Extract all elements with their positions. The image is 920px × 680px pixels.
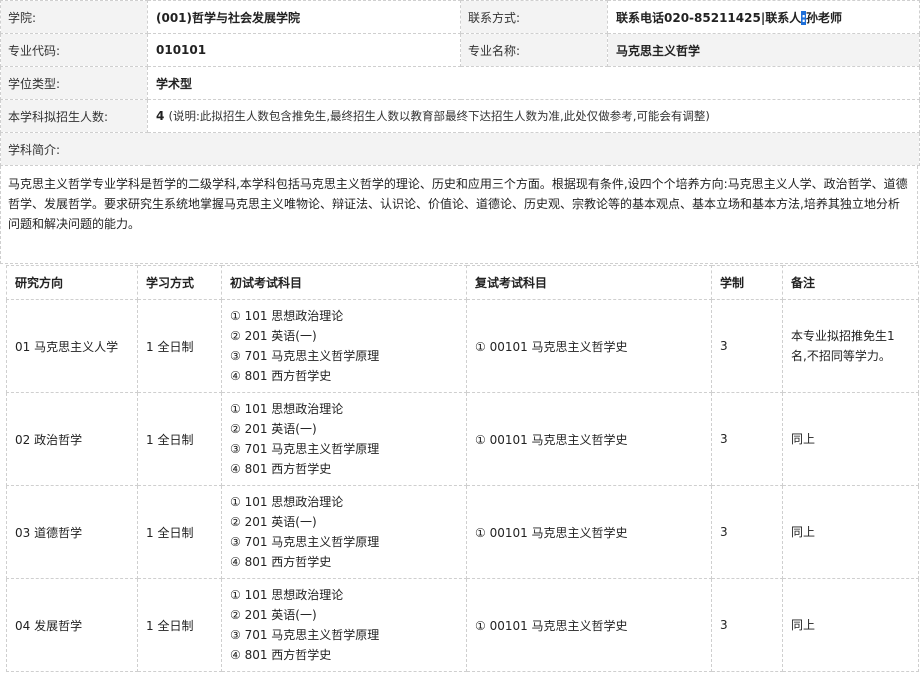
retest-cell: ① 00101 马克思主义哲学史 [466,392,712,486]
info-row-major: 专业代码: 010101 专业名称: 马克思主义哲学 [0,33,920,67]
info-row-quota: 本学科拟招生人数: 4 (说明:此拟招生人数包含推免生,最终招生人数以教育部最终… [0,99,920,133]
intro-label: 学科简介: [0,132,920,166]
mode-cell: 1 全日制 [137,392,222,486]
retest-cell: ① 00101 马克思主义哲学史 [466,299,712,393]
contact-label: 联系方式: [460,0,608,34]
table-row: 01 马克思主义人学 1 全日制 ① 101 思想政治理论 ② 201 英语(一… [6,299,919,393]
retest-cell: ① 00101 马克思主义哲学史 [466,485,712,579]
subject-item: ③ 701 马克思主义哲学原理 [230,349,380,363]
subject-item: ② 201 英语(一) [230,515,317,529]
college-label: 学院: [0,0,148,34]
subject-item: ① 101 思想政治理论 [230,588,344,602]
direction-cell: 02 政治哲学 [6,392,138,486]
subject-item: ④ 801 西方哲学史 [230,462,332,476]
quota-cell: 4 (说明:此拟招生人数包含推免生,最终招生人数以教育部最终下达招生人数为准,此… [147,99,920,133]
header-direction: 研究方向 [6,265,138,300]
table-header-row: 研究方向 学习方式 初试考试科目 复试考试科目 学制 备注 [6,265,919,300]
contact-person: 孙老师 [806,10,843,25]
note-cell: 同上 [782,578,919,672]
contact-value: 联系电话020-85211425|联系人:孙老师 [607,0,920,34]
direction-cell: 01 马克思主义人学 [6,299,138,393]
subjects-cell: ① 101 思想政治理论 ② 201 英语(一) ③ 701 马克思主义哲学原理… [221,578,467,672]
quota-note: (说明:此拟招生人数包含推免生,最终招生人数以教育部最终下达招生人数为准,此处仅… [168,109,710,123]
subject-item: ③ 701 马克思主义哲学原理 [230,628,380,642]
contact-phone: 联系电话020-85211425|联系人 [616,10,802,25]
years-cell: 3 [711,392,783,486]
years-cell: 3 [711,485,783,579]
degree-label: 学位类型: [0,66,148,100]
subjects-cell: ① 101 思想政治理论 ② 201 英语(一) ③ 701 马克思主义哲学原理… [221,392,467,486]
direction-cell: 03 道德哲学 [6,485,138,579]
subjects-cell: ① 101 思想政治理论 ② 201 英语(一) ③ 701 马克思主义哲学原理… [221,299,467,393]
page: 学院: (001)哲学与社会发展学院 联系方式: 联系电话020-8521142… [0,0,920,680]
header-years: 学制 [711,265,783,300]
table-row: 03 道德哲学 1 全日制 ① 101 思想政治理论 ② 201 英语(一) ③… [6,485,919,579]
retest-cell: ① 00101 马克思主义哲学史 [466,578,712,672]
major-code-label: 专业代码: [0,33,148,67]
info-row-college: 学院: (001)哲学与社会发展学院 联系方式: 联系电话020-8521142… [0,0,920,34]
subject-item: ② 201 英语(一) [230,329,317,343]
quota-label: 本学科拟招生人数: [0,99,148,133]
subject-item: ② 201 英语(一) [230,608,317,622]
subject-item: ④ 801 西方哲学史 [230,648,332,662]
info-row-degree: 学位类型: 学术型 [0,66,920,100]
table-row: 04 发展哲学 1 全日制 ① 101 思想政治理论 ② 201 英语(一) ③… [6,578,919,672]
major-name-value: 马克思主义哲学 [607,33,920,67]
subject-item: ① 101 思想政治理论 [230,495,344,509]
table-row: 02 政治哲学 1 全日制 ① 101 思想政治理论 ② 201 英语(一) ③… [6,392,919,486]
mode-cell: 1 全日制 [137,485,222,579]
subject-item: ④ 801 西方哲学史 [230,555,332,569]
direction-cell: 04 发展哲学 [6,578,138,672]
info-row-intro: 学科简介: [0,132,920,166]
note-cell: 本专业拟招推免生1名,不招同等学力。 [782,299,919,393]
subject-item: ③ 701 马克思主义哲学原理 [230,535,380,549]
intro-text: 马克思主义哲学专业学科是哲学的二级学科,本学科包括马克思主义哲学的理论、历史和应… [0,166,918,264]
header-mode: 学习方式 [137,265,222,300]
subject-item: ④ 801 西方哲学史 [230,369,332,383]
years-cell: 3 [711,578,783,672]
header-note: 备注 [782,265,919,300]
subject-item: ① 101 思想政治理论 [230,402,344,416]
subject-item: ② 201 英语(一) [230,422,317,436]
years-cell: 3 [711,299,783,393]
degree-value: 学术型 [147,66,920,100]
quota-value: 4 [156,109,165,123]
major-name-label: 专业名称: [460,33,608,67]
mode-cell: 1 全日制 [137,578,222,672]
college-value: (001)哲学与社会发展学院 [147,0,461,34]
header-initial-subjects: 初试考试科目 [221,265,467,300]
mode-cell: 1 全日制 [137,299,222,393]
header-retest-subjects: 复试考试科目 [466,265,712,300]
note-cell: 同上 [782,392,919,486]
subject-item: ③ 701 马克思主义哲学原理 [230,442,380,456]
note-cell: 同上 [782,485,919,579]
major-code-value: 010101 [147,33,461,67]
directions-table: 研究方向 学习方式 初试考试科目 复试考试科目 学制 备注 01 马克思主义人学… [6,265,919,672]
subject-item: ① 101 思想政治理论 [230,309,344,323]
program-info-table: 学院: (001)哲学与社会发展学院 联系方式: 联系电话020-8521142… [0,0,920,166]
subjects-cell: ① 101 思想政治理论 ② 201 英语(一) ③ 701 马克思主义哲学原理… [221,485,467,579]
